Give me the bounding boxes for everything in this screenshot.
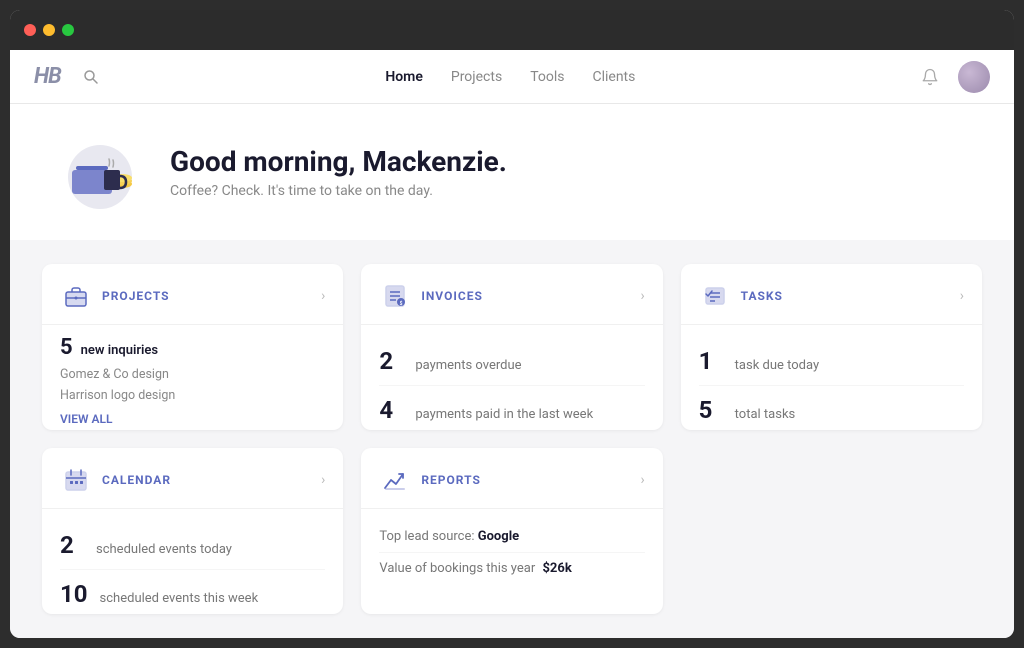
invoices-card-header: $ INVOICES ›: [361, 264, 662, 325]
reports-chevron[interactable]: ›: [640, 472, 644, 488]
reports-bookings: Value of bookings this year $26k: [379, 553, 644, 584]
hero-illustration: [50, 132, 150, 212]
hero-text: Good morning, Mackenzie. Coffee? Check. …: [170, 145, 507, 199]
new-inquiries-label: new inquiries: [81, 343, 158, 358]
project-item-1: Gomez & Co design: [60, 364, 325, 385]
bookings-value: $26k: [542, 561, 571, 576]
reports-card-header: REPORTS ›: [361, 448, 662, 509]
calendar-icon: [60, 464, 92, 496]
calendar-metric-1: 2 scheduled events today: [60, 521, 325, 570]
projects-chevron[interactable]: ›: [321, 288, 325, 304]
tasks-body: 1 task due today 5 total tasks: [681, 325, 982, 430]
app-content: HB Home Projects Tools Clients: [10, 50, 1014, 638]
calendar-metric-2: 10 scheduled events this week: [60, 570, 325, 614]
calendar-card-header: CALENDAR ›: [42, 448, 343, 509]
hero-section: Good morning, Mackenzie. Coffee? Check. …: [10, 104, 1014, 240]
projects-card: PROJECTS › 5 new inquiries Gomez & Co de…: [42, 264, 343, 430]
invoices-card: $ INVOICES › 2 payments overdue 4 paymen…: [361, 264, 662, 430]
nav-tools[interactable]: Tools: [530, 69, 564, 85]
view-all-link[interactable]: VIEW ALL: [60, 412, 325, 426]
nav-home[interactable]: Home: [385, 69, 423, 85]
projects-title: PROJECTS: [102, 289, 321, 303]
calendar-card: CALENDAR › 2 scheduled events today 10 s…: [42, 448, 343, 614]
nav-right: [916, 61, 990, 93]
nav-clients[interactable]: Clients: [592, 69, 635, 85]
calendar-chevron[interactable]: ›: [321, 472, 325, 488]
maximize-button[interactable]: [62, 24, 74, 36]
invoices-chevron[interactable]: ›: [640, 288, 644, 304]
reports-body: Top lead source: Google Value of booking…: [361, 509, 662, 614]
tasks-card-header: TASKS ›: [681, 264, 982, 325]
projects-icon: [60, 280, 92, 312]
calendar-title: CALENDAR: [102, 473, 321, 487]
invoices-icon: $: [379, 280, 411, 312]
lead-source-value: Google: [478, 529, 519, 544]
dashboard-grid: PROJECTS › 5 new inquiries Gomez & Co de…: [10, 240, 1014, 638]
close-button[interactable]: [24, 24, 36, 36]
projects-card-header: PROJECTS ›: [42, 264, 343, 325]
tasks-card: TASKS › 1 task due today 5 total tasks: [681, 264, 982, 430]
tasks-metric-1: 1 task due today: [699, 337, 964, 386]
invoices-body: 2 payments overdue 4 payments paid in th…: [361, 325, 662, 430]
traffic-lights: [24, 24, 74, 36]
avatar[interactable]: [958, 61, 990, 93]
project-item-2: Harrison logo design: [60, 385, 325, 406]
tasks-metric-2: 5 total tasks: [699, 386, 964, 430]
subtitle: Coffee? Check. It's time to take on the …: [170, 183, 507, 199]
reports-title: REPORTS: [421, 473, 640, 487]
invoices-metric-1: 2 payments overdue: [379, 337, 644, 386]
logo: HB: [34, 64, 61, 89]
greeting: Good morning, Mackenzie.: [170, 145, 507, 178]
nav-links: Home Projects Tools Clients: [385, 69, 635, 85]
svg-text:$: $: [400, 300, 403, 307]
notifications-button[interactable]: [916, 63, 944, 91]
reports-card: REPORTS › Top lead source: Google Value …: [361, 448, 662, 614]
tasks-title: TASKS: [741, 289, 960, 303]
calendar-body: 2 scheduled events today 10 scheduled ev…: [42, 509, 343, 614]
app-window: HB Home Projects Tools Clients: [10, 10, 1014, 638]
navbar: HB Home Projects Tools Clients: [10, 50, 1014, 104]
reports-icon: [379, 464, 411, 496]
minimize-button[interactable]: [43, 24, 55, 36]
search-button[interactable]: [77, 63, 105, 91]
tasks-icon: [699, 280, 731, 312]
invoices-title: INVOICES: [421, 289, 640, 303]
new-inquiries-count: 5: [60, 335, 73, 360]
projects-body: 5 new inquiries Gomez & Co design Harris…: [42, 325, 343, 430]
reports-lead-source: Top lead source: Google: [379, 521, 644, 553]
tasks-chevron[interactable]: ›: [960, 288, 964, 304]
nav-projects[interactable]: Projects: [451, 69, 502, 85]
invoices-metric-2: 4 payments paid in the last week: [379, 386, 644, 430]
titlebar: [10, 10, 1014, 50]
